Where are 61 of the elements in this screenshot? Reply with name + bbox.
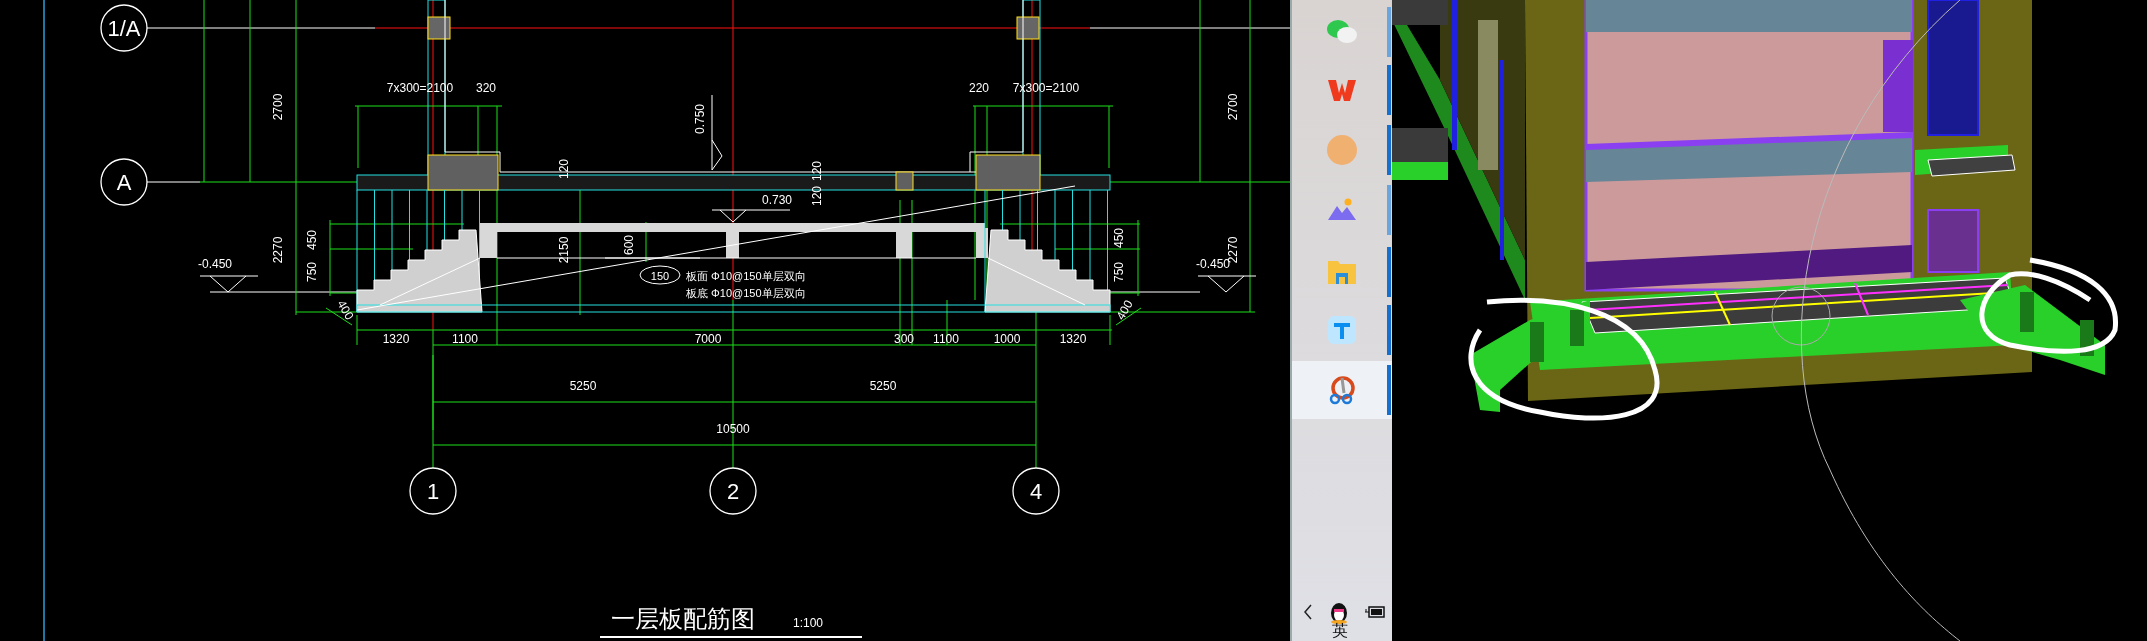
elevation-text: -0.450 <box>198 257 233 271</box>
folder-icon <box>1327 259 1357 285</box>
battery-icon[interactable] <box>1364 605 1386 619</box>
axis-bubble <box>709 467 757 515</box>
dimension-text: 2700 <box>271 93 285 121</box>
axis-bubble <box>409 467 457 515</box>
t-logo-icon <box>1327 315 1357 345</box>
dimension-text: 1100 <box>452 332 478 346</box>
rebar-note: 板面 Φ10@150单层双向 <box>686 270 806 282</box>
dimension-text: 1320 <box>382 332 410 346</box>
slab-tag-outline <box>639 265 681 285</box>
avatar-icon <box>1326 134 1358 166</box>
chevron-left-icon[interactable] <box>1302 603 1314 621</box>
dimension-text: 2150 <box>557 236 571 264</box>
axis-label: 1 <box>426 479 440 504</box>
elevation-marker-icon <box>1197 275 1257 293</box>
dimension-text: 400 <box>1113 297 1136 323</box>
elevation-text: 0.730 <box>762 193 793 207</box>
dimension-text: 220 <box>969 81 989 95</box>
dimension-text: 400 <box>334 297 357 323</box>
dimension-text: 7000 <box>694 332 722 346</box>
dimension-text: 1000 <box>993 332 1021 346</box>
dimension-text: 5250 <box>869 379 897 393</box>
drawing-title: 一层板配筋图 <box>611 605 755 632</box>
elevation-text: 0.750 <box>693 104 707 134</box>
axis-label: 1/A <box>107 16 141 41</box>
dimension-text: 5250 <box>569 379 597 393</box>
input-language-indicator[interactable]: 英 <box>1332 622 1348 640</box>
dimension-text: 1100 <box>933 332 959 346</box>
elevation-marker-icon <box>711 94 723 171</box>
taskbar-app-button[interactable] <box>1292 361 1392 419</box>
w-logo-icon <box>1327 77 1357 103</box>
elevation-marker-icon <box>199 275 259 293</box>
mountain-icon <box>1327 198 1357 222</box>
dimension-text: 120 <box>810 186 824 206</box>
axis-bubble <box>100 4 148 52</box>
dimension-text: 120 <box>557 159 571 179</box>
dimension-text: 600 <box>622 235 636 255</box>
chat-bubbles-icon <box>1326 18 1358 46</box>
rebar-note: 板底 Φ10@150单层双向 <box>686 287 806 299</box>
dimension-text: 2270 <box>271 236 285 264</box>
dimension-text: 750 <box>1112 262 1126 282</box>
axis-label: 4 <box>1029 479 1043 504</box>
axis-bubble <box>100 158 148 206</box>
dimension-text: 750 <box>305 262 319 282</box>
drawing-scale: 1:100 <box>793 616 823 630</box>
dimension-text: 450 <box>1112 228 1126 248</box>
dimension-text: 10500 <box>716 422 750 436</box>
dimension-text: 300 <box>894 332 914 346</box>
axis-bubble <box>1012 467 1060 515</box>
dimension-text: 120 <box>810 161 824 181</box>
dimension-text: 2700 <box>1226 93 1240 121</box>
axis-label: A <box>116 170 132 195</box>
dimension-text: 1320 <box>1059 332 1087 346</box>
slab-tag: 150 <box>650 270 670 282</box>
dimension-text: 320 <box>476 81 496 95</box>
scissors-icon <box>1327 375 1357 405</box>
penguin-icon[interactable] <box>1329 600 1349 624</box>
axis-label: 2 <box>726 479 740 504</box>
elevation-marker-icon <box>711 209 791 223</box>
dimension-text: 450 <box>305 230 319 250</box>
